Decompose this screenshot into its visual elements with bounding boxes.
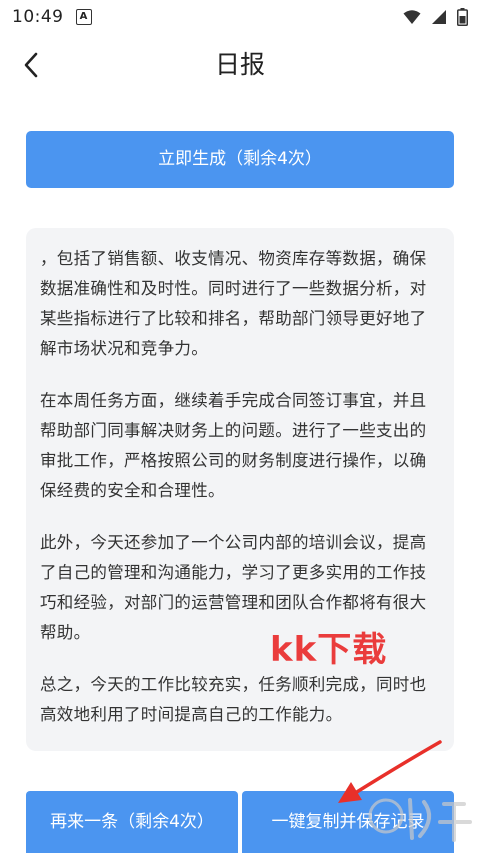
bottom-action-bar: 再来一条（剩余4次） 一键复制并保存记录 bbox=[26, 791, 454, 853]
battery-icon bbox=[457, 8, 468, 26]
notification-a-icon: A bbox=[75, 9, 92, 25]
status-bar: 10:49 A bbox=[0, 0, 480, 34]
status-icons bbox=[403, 8, 468, 26]
nav-bar: 日报 bbox=[0, 34, 480, 96]
retry-button[interactable]: 再来一条（剩余4次） bbox=[26, 791, 238, 853]
report-paragraph: 在本周任务方面，继续着手完成合同签订事宜，并且帮助部门同事解决财务上的问题。进行… bbox=[40, 391, 427, 500]
generate-now-button[interactable]: 立即生成（剩余4次） bbox=[26, 131, 454, 188]
copy-and-save-button[interactable]: 一键复制并保存记录 bbox=[242, 791, 454, 853]
status-time: 10:49 bbox=[12, 7, 64, 27]
page-title: 日报 bbox=[214, 50, 265, 79]
report-paragraph: 总之，今天的工作比较充实，任务顺利完成，同时也高效地利用了时间提高自己的工作能力… bbox=[40, 675, 427, 724]
signal-icon bbox=[432, 10, 446, 24]
report-paragraph: ，包括了销售额、收支情况、物资库存等数据，确保数据准确性和及时性。同时进行了一些… bbox=[40, 249, 427, 358]
wifi-icon bbox=[403, 10, 421, 24]
kk-watermark: kk下载 bbox=[270, 630, 388, 670]
report-card: ，包括了销售额、收支情况、物资库存等数据，确保数据准确性和及时性。同时进行了一些… bbox=[26, 228, 454, 751]
